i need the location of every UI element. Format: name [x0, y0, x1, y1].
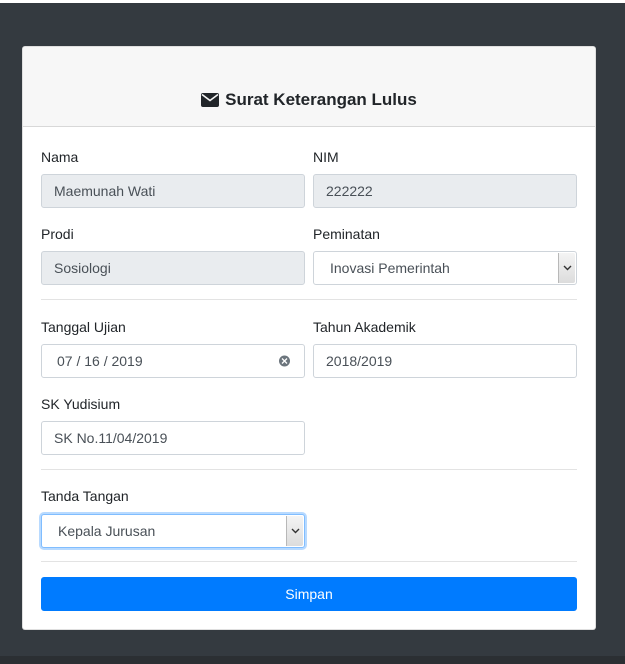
page-title: Surat Keterangan Lulus	[201, 90, 417, 110]
window-top-edge	[0, 0, 625, 3]
tanggal-ujian-label: Tanggal Ujian	[41, 319, 126, 335]
card-header: Surat Keterangan Lulus	[23, 47, 595, 127]
tahun-akademik-label: Tahun Akademik	[313, 319, 416, 335]
nama-label: Nama	[41, 149, 79, 165]
section-divider	[41, 561, 577, 562]
nim-field[interactable]: 222222	[313, 174, 577, 208]
tahun-akademik-input[interactable]: 2018/2019	[313, 344, 577, 378]
nama-field[interactable]: Maemunah Wati	[41, 174, 305, 208]
window-bottom-edge	[0, 656, 625, 664]
section-divider	[41, 299, 577, 300]
section-divider	[41, 469, 577, 470]
sk-yudisium-label: SK Yudisium	[41, 396, 121, 412]
clear-date-icon[interactable]	[279, 355, 290, 367]
chevron-down-icon[interactable]	[558, 253, 575, 283]
save-button[interactable]: Simpan	[41, 577, 577, 611]
peminatan-value: Inovasi Pemerintah	[330, 260, 450, 276]
prodi-field[interactable]: Sosiologi	[41, 251, 305, 285]
tanggal-ujian-value: 07 / 16 / 2019	[57, 353, 143, 369]
prodi-label: Prodi	[41, 226, 74, 242]
envelope-icon	[201, 93, 220, 107]
tanda-tangan-label: Tanda Tangan	[41, 488, 129, 504]
peminatan-label: Peminatan	[313, 226, 380, 242]
peminatan-select[interactable]: Inovasi Pemerintah	[313, 251, 577, 285]
tanda-tangan-value: Kepala Jurusan	[58, 523, 156, 539]
sk-yudisium-input[interactable]: SK No.11/04/2019	[41, 421, 305, 455]
tanda-tangan-select[interactable]: Kepala Jurusan	[41, 514, 305, 548]
tanggal-ujian-input[interactable]: 07 / 16 / 2019	[41, 344, 305, 378]
chevron-down-icon[interactable]	[286, 516, 303, 546]
form-card: Surat Keterangan Lulus Nama Maemunah Wat…	[22, 46, 596, 630]
nim-label: NIM	[313, 149, 339, 165]
page-title-text: Surat Keterangan Lulus	[225, 90, 417, 109]
